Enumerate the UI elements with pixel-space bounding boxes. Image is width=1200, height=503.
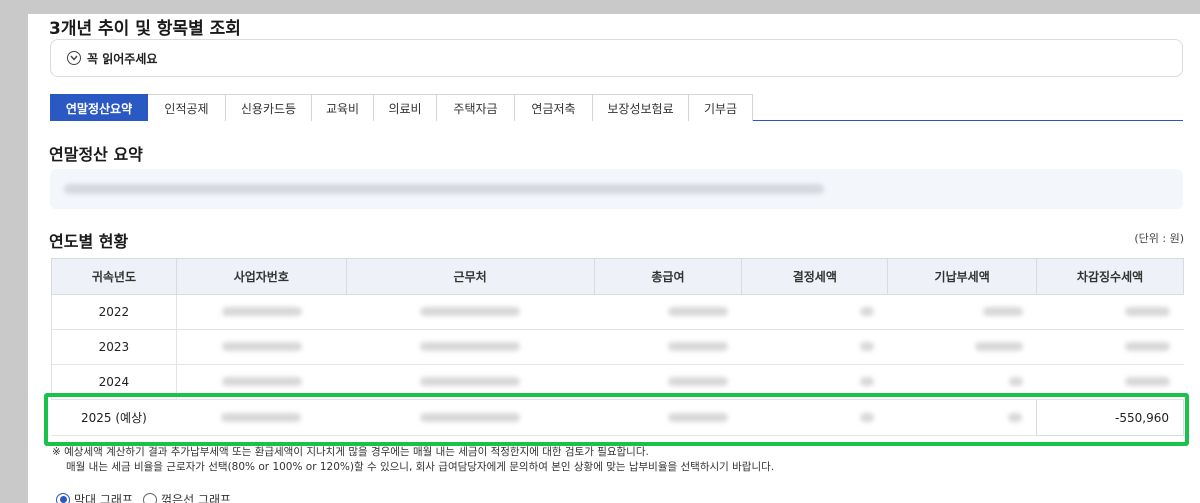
deduction-value: -550,960: [1036, 399, 1184, 436]
table-row: 2022: [51, 294, 1184, 330]
blurred-cell: [859, 342, 874, 351]
blurred-cell: [420, 412, 521, 422]
table-header-row: 귀속년도 사업자번호 근무처 총급여 결정세액 기납부세액 차감징수세액: [51, 258, 1184, 295]
blurred-cell: [420, 342, 521, 351]
tab-insurance[interactable]: 보장성보험료: [593, 94, 689, 121]
radio-line-label: 꺾은선 그래프: [161, 493, 232, 503]
blurred-cell: [1008, 412, 1023, 422]
blurred-cell: [667, 342, 728, 351]
blurred-cell: [974, 342, 1023, 351]
tab-pension[interactable]: 연금저축: [515, 94, 593, 121]
blurred-cell: [859, 377, 874, 386]
unit-label: (단위 : 원): [1134, 232, 1184, 245]
year-cell: 2022: [51, 294, 177, 330]
blurred-summary-text: [64, 184, 824, 194]
radio-line-graph[interactable]: [143, 492, 158, 503]
blurred-cell: [667, 377, 728, 386]
section-title: 3개년 추이 및 항목별 조회: [49, 19, 241, 39]
blurred-cell: [1124, 342, 1170, 351]
header-determined-tax: 결정세액: [741, 258, 889, 295]
blurred-cell: [859, 307, 874, 316]
summary-box: [50, 169, 1183, 209]
tab-credit-card[interactable]: 신용카드등: [226, 94, 312, 121]
tab-bar: 연말정산요약 인적공제 신용카드등 교육비 의료비 주택자금 연금저축 보장성보…: [50, 94, 1183, 121]
year-cell: 2024: [51, 364, 177, 400]
blurred-cell: [859, 412, 874, 422]
tab-education[interactable]: 교육비: [312, 94, 374, 121]
header-total-salary: 총급여: [593, 258, 743, 295]
header-workplace: 근무처: [345, 258, 595, 295]
blurred-cell: [667, 412, 728, 422]
table-row: 2024: [51, 364, 1184, 400]
blurred-cell: [221, 412, 302, 422]
yearly-table: 귀속년도 사업자번호 근무처 총급여 결정세액 기납부세액 차감징수세액 202…: [51, 258, 1184, 436]
yearly-title: 연도별 현황: [49, 232, 129, 251]
blurred-cell: [1008, 377, 1023, 386]
blurred-cell: [1124, 307, 1170, 316]
blurred-cell: [1124, 377, 1170, 386]
blurred-cell: [221, 342, 302, 351]
table-row-estimate: 2025 (예상) -550,960: [51, 399, 1184, 436]
header-prepaid-tax: 기납부세액: [887, 258, 1038, 295]
radio-bar-graph[interactable]: [56, 492, 70, 503]
header-deduction-tax: 차감징수세액: [1036, 258, 1184, 295]
blurred-cell: [667, 307, 728, 316]
page: 3개년 추이 및 항목별 조회 꼭 읽어주세요 연말정산요약 인적공제 신용카드…: [28, 14, 1200, 503]
blurred-cell: [221, 377, 302, 386]
year-cell: 2023: [51, 329, 177, 365]
notice-toggle[interactable]: 꼭 읽어주세요: [50, 39, 1183, 77]
tab-housing[interactable]: 주택자금: [437, 94, 515, 121]
tab-summary[interactable]: 연말정산요약: [50, 94, 148, 121]
footnote-2: 매월 내는 세금 비율을 근로자가 선택(80% or 100% or 120%…: [66, 461, 775, 473]
tab-personal-deduction[interactable]: 인적공제: [148, 94, 226, 121]
footnote-1: ※ 예상세액 계산하기 결과 추가납부세액 또는 환급세액이 지나치게 많을 경…: [52, 446, 649, 458]
radio-bar-label: 막대 그래프: [74, 493, 134, 503]
tab-medical[interactable]: 의료비: [374, 94, 437, 121]
blurred-cell: [420, 377, 521, 386]
year-cell: 2025 (예상): [51, 399, 177, 436]
header-year: 귀속년도: [51, 258, 177, 295]
chevron-down-icon: [67, 51, 81, 65]
blurred-cell: [982, 307, 1023, 316]
header-business-number: 사업자번호: [175, 258, 347, 295]
summary-title: 연말정산 요약: [49, 145, 143, 164]
tab-donation[interactable]: 기부금: [689, 94, 753, 121]
blurred-cell: [420, 307, 521, 316]
notice-label: 꼭 읽어주세요: [87, 51, 158, 66]
blurred-cell: [221, 307, 302, 316]
graph-type-radio-group: 막대 그래프 꺾은선 그래프: [56, 491, 231, 503]
table-row: 2023: [51, 329, 1184, 365]
